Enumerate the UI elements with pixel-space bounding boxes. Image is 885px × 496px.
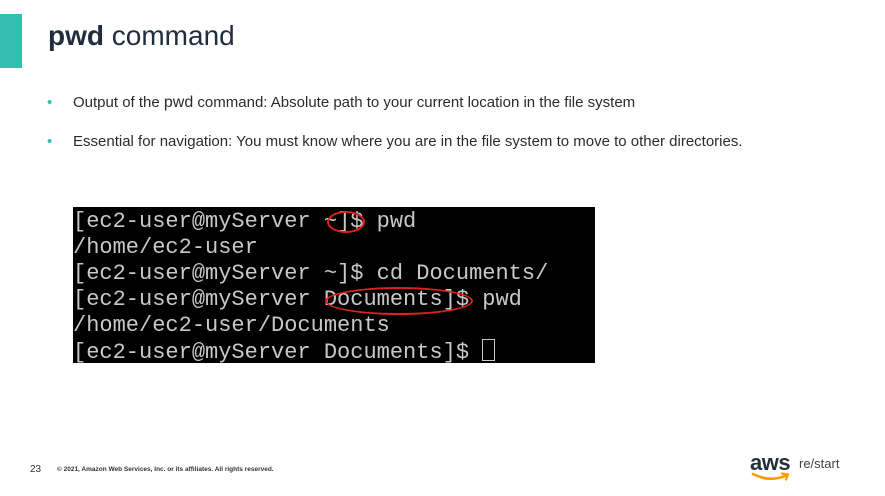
highlight-oval-home [327, 211, 365, 233]
terminal-prompt-line: [ec2-user@myServer Documents]$ [73, 339, 595, 363]
aws-restart-logo: aws re/start [750, 450, 860, 484]
terminal-line: [ec2-user@myServer ~]$ cd Documents/ [73, 261, 549, 286]
title-command: pwd [48, 20, 104, 51]
restart-wordmark: re/start [799, 456, 840, 471]
page-number: 23 [30, 464, 42, 475]
bullet-item-navigation: • Essential for navigation: You must kno… [47, 131, 787, 152]
bullet-text-after: command: Absolute path to your current l… [193, 94, 636, 111]
bullet-text: Essential for navigation: You must know … [73, 133, 743, 150]
bullet-dot-icon: • [47, 133, 53, 150]
terminal-line: /home/ec2-user/Documents [73, 313, 390, 338]
bullet-command: pwd [163, 94, 194, 111]
title-accent-bar [0, 14, 22, 68]
aws-smile-icon [751, 472, 790, 481]
title-text: command [104, 20, 235, 51]
terminal-prompt: [ec2-user@myServer Documents]$ [73, 340, 483, 363]
bullet-list: • Output of the pwd command: Absolute pa… [47, 92, 787, 152]
highlight-oval-documents [325, 287, 473, 315]
bullet-text-before: Output of the [73, 94, 164, 111]
terminal-cursor [482, 339, 496, 361]
terminal-screenshot: [ec2-user@myServer ~]$ pwd /home/ec2-use… [73, 207, 595, 363]
copyright-notice: © 2021, Amazon Web Services, Inc. or its… [57, 466, 274, 473]
bullet-dot-icon: • [47, 94, 53, 111]
terminal-line: /home/ec2-user [73, 235, 258, 260]
bullet-item-pwd-output: • Output of the pwd command: Absolute pa… [47, 92, 787, 113]
slide-title: pwd command [48, 18, 235, 54]
